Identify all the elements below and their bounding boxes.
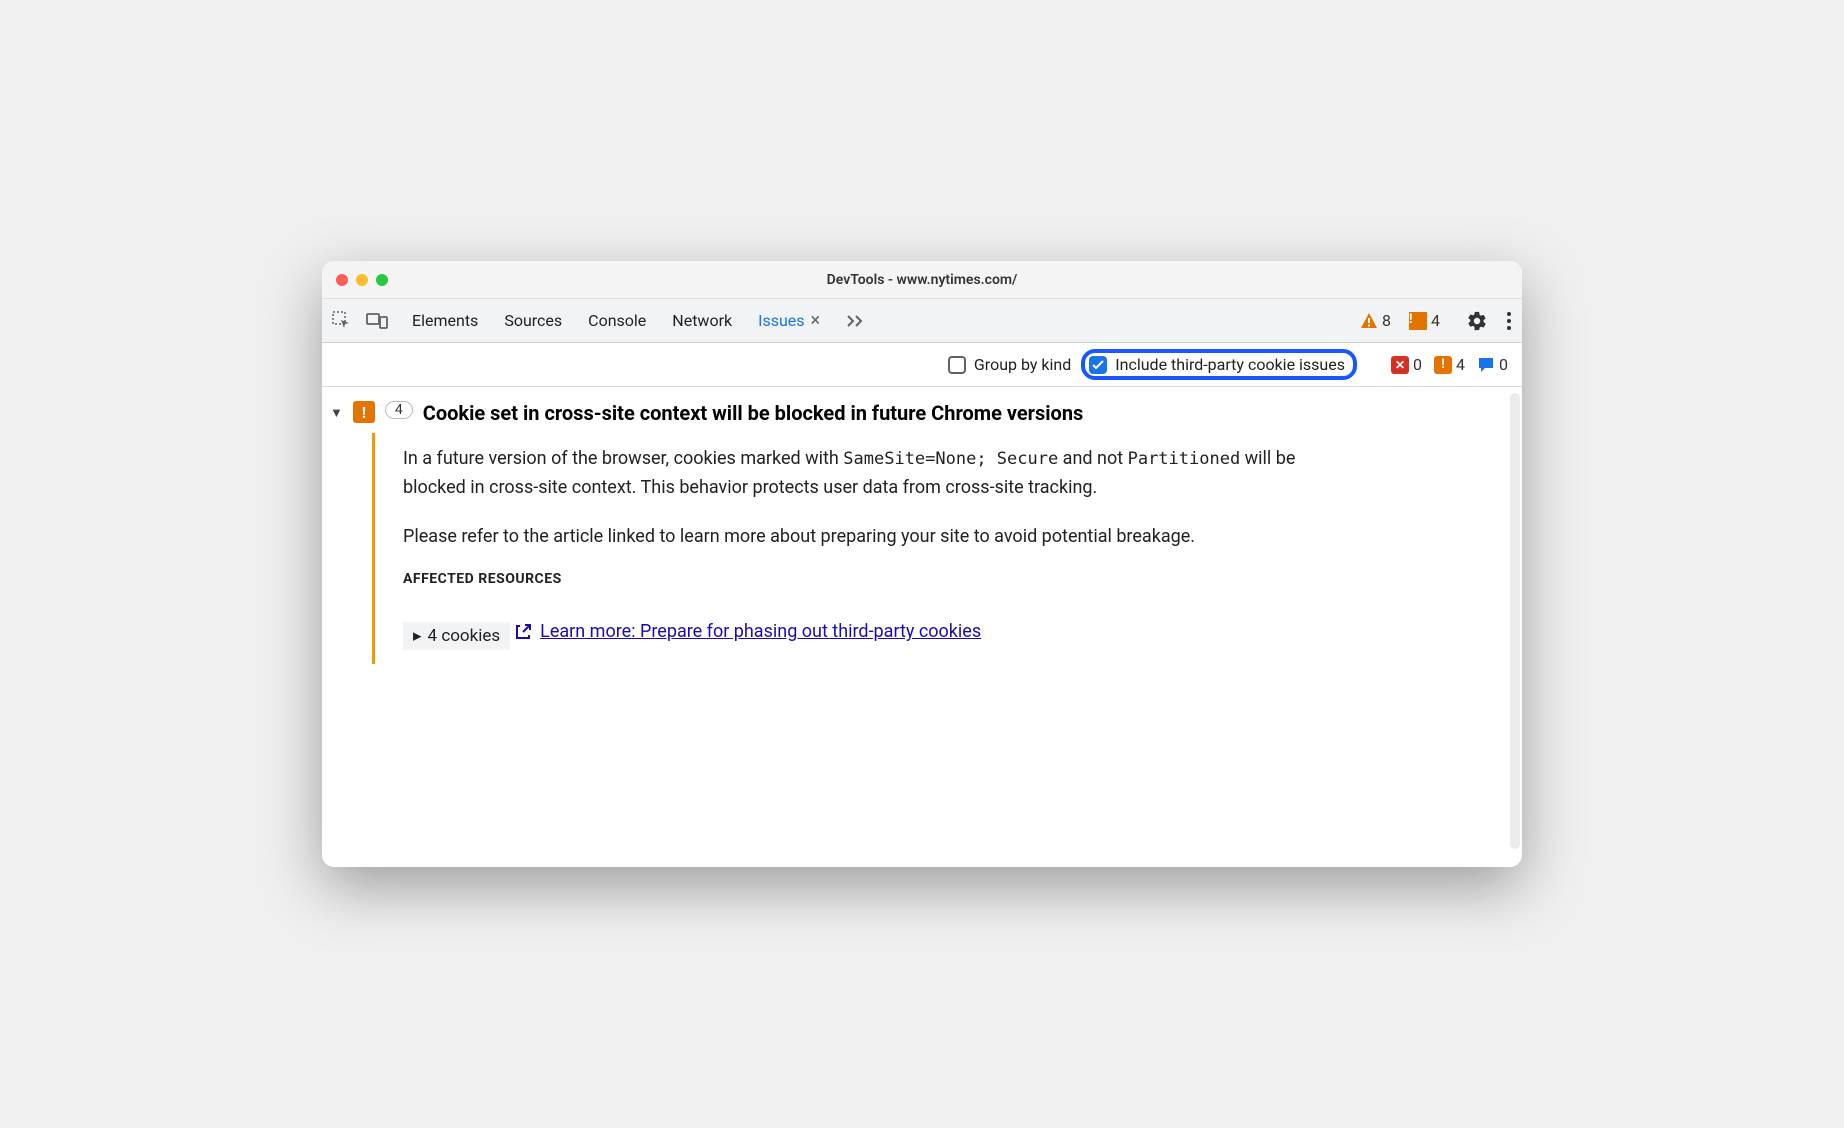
window-title: DevTools - www.nytimes.com/ — [322, 272, 1522, 288]
tab-issues[interactable]: Issues × — [758, 310, 820, 331]
chevron-down-icon[interactable]: ▼ — [330, 405, 343, 421]
checkbox-checked-icon — [1089, 356, 1107, 374]
traffic-lights — [336, 274, 388, 286]
panel-tabs: Elements Sources Console Network Issues … — [412, 310, 866, 331]
issues-filter-bar: Group by kind Include third-party cookie… — [322, 343, 1522, 387]
window-close-button[interactable] — [336, 274, 348, 286]
group-by-kind-checkbox[interactable]: Group by kind — [948, 355, 1071, 374]
window-maximize-button[interactable] — [376, 274, 388, 286]
issue-count-pill: 4 — [385, 401, 413, 419]
main-toolbar: Elements Sources Console Network Issues … — [322, 299, 1522, 343]
chat-bubble-icon — [1477, 356, 1495, 374]
toolbar-status-badges: 8 ! 4 — [1360, 311, 1440, 330]
issue-kind-badges: ✕ 0 ! 4 0 — [1391, 355, 1508, 374]
issue-title: Cookie set in cross-site context will be… — [423, 401, 1084, 425]
exclamation-square-icon: ! — [1409, 312, 1427, 330]
window-minimize-button[interactable] — [356, 274, 368, 286]
tab-network[interactable]: Network — [672, 311, 732, 330]
issues-content: ▼ ! 4 Cookie set in cross-site context w… — [322, 387, 1522, 867]
affected-resources-label: AFFECTED RESOURCES — [403, 571, 1502, 587]
devtools-window: DevTools - www.nytimes.com/ Elements Sou… — [322, 261, 1522, 867]
warning-triangle-icon — [1360, 312, 1378, 330]
issue-description: In a future version of the browser, cook… — [403, 445, 1323, 551]
tab-console[interactable]: Console — [588, 311, 646, 330]
issue-header-row[interactable]: ▼ ! 4 Cookie set in cross-site context w… — [330, 401, 1502, 425]
warning-count-badge[interactable]: ! 4 — [1434, 355, 1465, 374]
more-tabs-icon[interactable] — [846, 314, 866, 328]
inspect-element-icon[interactable] — [332, 311, 352, 331]
tab-elements[interactable]: Elements — [412, 311, 478, 330]
titlebar: DevTools - www.nytimes.com/ — [322, 261, 1522, 299]
error-badge[interactable]: 8 — [1360, 311, 1391, 330]
blocked-count-badge[interactable]: ✕ 0 — [1391, 355, 1422, 374]
chevron-right-icon: ▸ — [413, 626, 422, 646]
warn-badge[interactable]: ! 4 — [1409, 311, 1440, 330]
exclamation-square-icon: ! — [353, 401, 375, 423]
exclamation-square-icon: ! — [1434, 356, 1452, 374]
affected-cookies-item[interactable]: ▸ 4 cookies — [403, 622, 510, 650]
x-square-icon: ✕ — [1391, 356, 1409, 374]
checkbox-empty-icon — [948, 356, 966, 374]
issue-body: In a future version of the browser, cook… — [372, 433, 1502, 664]
tab-sources[interactable]: Sources — [504, 311, 562, 330]
include-third-party-checkbox[interactable]: Include third-party cookie issues — [1081, 349, 1357, 380]
kebab-menu-icon[interactable] — [1506, 311, 1512, 331]
learn-more-link[interactable]: Learn more: Prepare for phasing out thir… — [514, 621, 981, 642]
close-icon[interactable]: × — [811, 310, 821, 331]
settings-icon[interactable] — [1466, 310, 1488, 332]
external-link-icon — [514, 623, 532, 641]
vertical-scrollbar[interactable] — [1510, 393, 1520, 849]
device-toolbar-icon[interactable] — [366, 312, 388, 330]
info-count-badge[interactable]: 0 — [1477, 355, 1508, 374]
